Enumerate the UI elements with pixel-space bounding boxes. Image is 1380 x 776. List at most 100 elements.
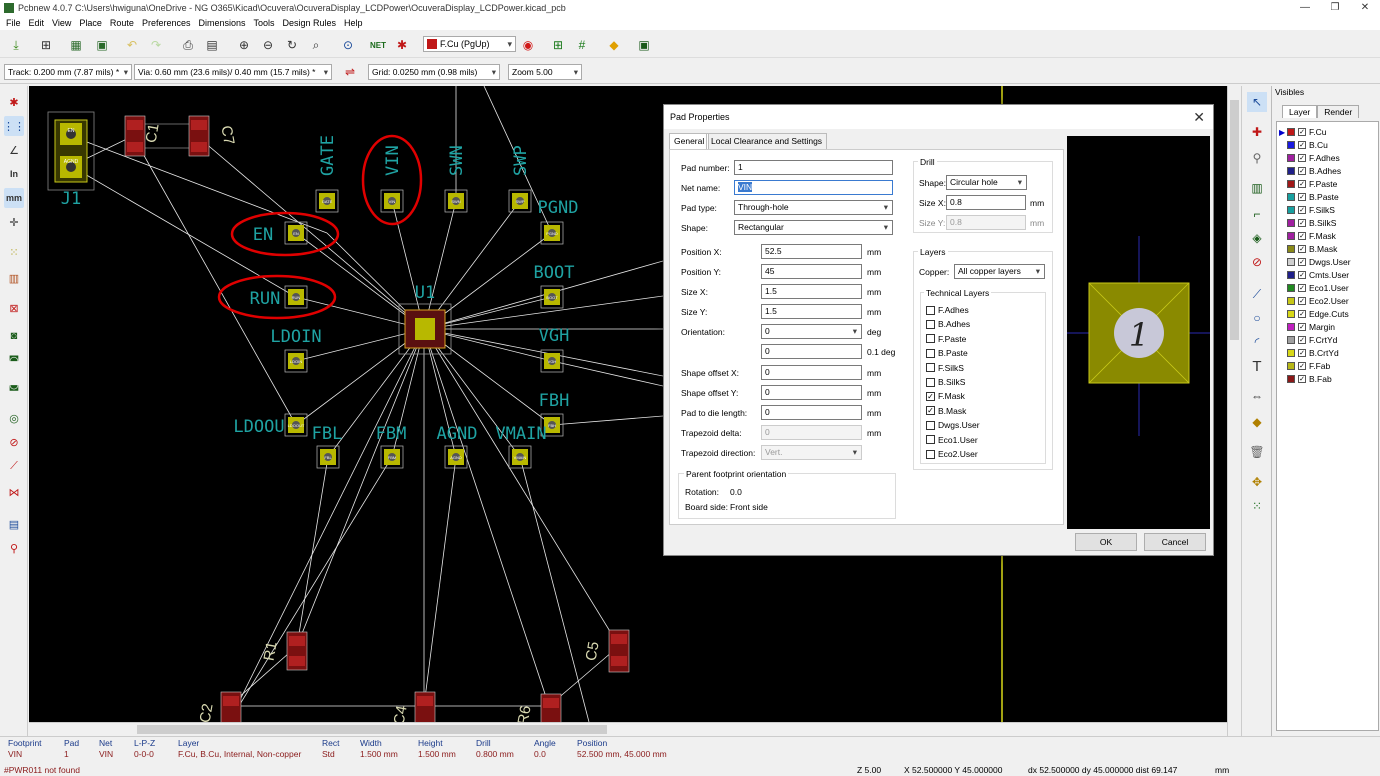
set-origin-icon[interactable]: ✥: [1247, 472, 1267, 492]
cancel-button[interactable]: Cancel: [1144, 533, 1206, 551]
auto-track-width-icon[interactable]: ⇌: [340, 62, 360, 82]
layer-visibility-checkbox[interactable]: ✓: [1298, 141, 1306, 149]
pad-vmain[interactable]: VMAIN: [508, 445, 532, 469]
zone-fill-icon[interactable]: ◙: [4, 326, 24, 346]
scripting-console-icon[interactable]: ▣: [634, 35, 654, 55]
zoom-fit-icon[interactable]: ⌕: [306, 35, 326, 55]
highlight-net-icon[interactable]: ✚: [1247, 122, 1267, 142]
print-icon[interactable]: ⎙: [178, 35, 198, 55]
layer-color-swatch[interactable]: [1287, 336, 1295, 344]
layer-visibility-checkbox[interactable]: ✓: [1298, 284, 1306, 292]
tab-render[interactable]: Render: [1317, 105, 1360, 118]
visible-layer-edge-cuts[interactable]: ✓ Edge.Cuts: [1279, 308, 1349, 320]
layer-visibility-checkbox[interactable]: ✓: [1298, 336, 1306, 344]
drill-shape-select[interactable]: Circular hole: [946, 175, 1027, 190]
netlist-icon[interactable]: NET: [368, 35, 388, 55]
track-sketch-icon[interactable]: ⟋: [4, 456, 24, 476]
shape-select[interactable]: Rectangular: [734, 220, 893, 235]
r1-pad-2[interactable]: [289, 656, 305, 666]
pad-vin[interactable]: VIN: [380, 189, 404, 213]
layer-color-swatch[interactable]: [1287, 284, 1295, 292]
tech-layer-dwgs-user[interactable]: Dwgs.User: [926, 420, 980, 430]
layer-color-swatch[interactable]: [1287, 258, 1295, 266]
layer-visibility-checkbox[interactable]: ✓: [1298, 128, 1306, 136]
layer-color-swatch[interactable]: [1287, 362, 1295, 370]
layer-color-swatch[interactable]: [1287, 310, 1295, 318]
redraw-icon[interactable]: ↻: [282, 35, 302, 55]
vertical-scrollbar[interactable]: [1227, 86, 1241, 736]
drill-size-y-input[interactable]: 0.8: [946, 215, 1026, 230]
layer-color-swatch[interactable]: [1287, 232, 1295, 240]
add-line-icon[interactable]: ⟋: [1247, 284, 1267, 304]
grid-select[interactable]: Grid: 0.0250 mm (0.98 mils): [368, 64, 500, 80]
c4-pad-1[interactable]: [417, 696, 433, 706]
pad-swp[interactable]: SWP: [508, 189, 532, 213]
add-arc-icon[interactable]: ◜: [1247, 332, 1267, 352]
page-settings-icon[interactable]: ⊞: [36, 35, 56, 55]
via-size-select[interactable]: Via: 0.60 mm (23.6 mils)/ 0.40 mm (15.7 …: [134, 64, 332, 80]
menu-tools[interactable]: Tools: [254, 18, 275, 28]
tech-layer-checkbox[interactable]: ✓: [926, 391, 935, 401]
add-module-icon[interactable]: ▥: [1247, 178, 1267, 198]
visible-layer-cmts-user[interactable]: ✓ Cmts.User: [1279, 269, 1349, 281]
visible-layer-b-paste[interactable]: ✓ B.Paste: [1279, 191, 1339, 203]
layer-color-swatch[interactable]: [1287, 375, 1295, 383]
layer-visibility-checkbox[interactable]: ✓: [1298, 193, 1306, 201]
pad-pgnd[interactable]: PGND: [540, 221, 564, 245]
pad-ldoin[interactable]: LDOIN: [284, 349, 308, 373]
c7-pad-1[interactable]: [191, 120, 207, 130]
size-y-input[interactable]: 1.5: [761, 304, 862, 319]
layer-color-swatch[interactable]: [1287, 128, 1295, 136]
horizontal-scrollbar[interactable]: [29, 722, 1227, 736]
c1-footprint[interactable]: C1: [124, 115, 163, 157]
layer-visibility-checkbox[interactable]: ✓: [1298, 362, 1306, 370]
tech-layer-checkbox[interactable]: [926, 435, 935, 445]
pad-vgh[interactable]: VGH: [540, 349, 564, 373]
grid-toggle-icon[interactable]: ⋮⋮: [3, 116, 25, 136]
position-x-input[interactable]: 52.5: [761, 244, 862, 259]
c1-pad-2[interactable]: [127, 142, 143, 152]
tech-layer-eco1-user[interactable]: Eco1.User: [926, 435, 978, 445]
c7-pad-2[interactable]: [191, 142, 207, 152]
u1-thermal-pad[interactable]: [415, 318, 435, 340]
layer-visibility-checkbox[interactable]: ✓: [1298, 167, 1306, 175]
tab-local-clearance[interactable]: Local Clearance and Settings: [706, 133, 828, 149]
pad-boot[interactable]: BOOT: [540, 285, 564, 309]
layer-visibility-checkbox[interactable]: ✓: [1298, 349, 1306, 357]
microwave-tools-icon[interactable]: ⚲: [4, 538, 24, 558]
pad-fbm[interactable]: FBM: [380, 445, 404, 469]
layer-color-swatch[interactable]: [1287, 297, 1295, 305]
local-ratsnest-icon[interactable]: ⚲: [1247, 148, 1267, 168]
tech-layer-eco2-user[interactable]: Eco2.User: [926, 449, 978, 459]
dialog-close-icon[interactable]: ✕: [1193, 109, 1205, 126]
c4-footprint[interactable]: C4: [391, 691, 436, 722]
pad-type-select[interactable]: Through-hole: [734, 200, 893, 215]
tech-layer-f-paste[interactable]: F.Paste: [926, 334, 966, 344]
menu-dimensions[interactable]: Dimensions: [198, 18, 245, 28]
via-sketch-icon[interactable]: ⊘: [4, 432, 24, 452]
zone-outline-icon[interactable]: ◚: [4, 350, 24, 370]
tech-layer-checkbox[interactable]: [926, 334, 935, 344]
net-name-input[interactable]: VIN: [734, 180, 893, 195]
position-y-input[interactable]: 45: [761, 264, 862, 279]
zoom-out-icon[interactable]: ⊖: [258, 35, 278, 55]
layer-visibility-checkbox[interactable]: ✓: [1298, 219, 1306, 227]
mode-track-icon[interactable]: ◆: [604, 35, 624, 55]
layer-visibility-checkbox[interactable]: ✓: [1298, 180, 1306, 188]
orientation-select[interactable]: 0: [761, 324, 862, 339]
pad-swn[interactable]: SWN: [444, 189, 468, 213]
zone-sketch-icon[interactable]: ◛: [4, 374, 24, 394]
layer-color-swatch[interactable]: [1287, 349, 1295, 357]
trapezoid-direction-select[interactable]: Vert.: [761, 445, 862, 460]
pad-ldoout[interactable]: LDOOUT: [284, 413, 308, 437]
visible-layer-f-silks[interactable]: ✓ F.SilkS: [1279, 204, 1335, 216]
visible-layer-f-adhes[interactable]: ✓ F.Adhes: [1279, 152, 1340, 164]
grid-origin-icon[interactable]: ⁙: [1247, 496, 1267, 516]
menu-route[interactable]: Route: [110, 18, 134, 28]
j1-footprint[interactable]: EN AGND J1: [47, 111, 95, 209]
tech-layer-checkbox[interactable]: [926, 363, 935, 373]
add-text-icon[interactable]: T: [1247, 356, 1267, 376]
select-arrow-icon[interactable]: ↖: [1247, 92, 1267, 112]
find-icon[interactable]: ⊙: [338, 35, 358, 55]
r6-pad-1[interactable]: [543, 698, 559, 708]
